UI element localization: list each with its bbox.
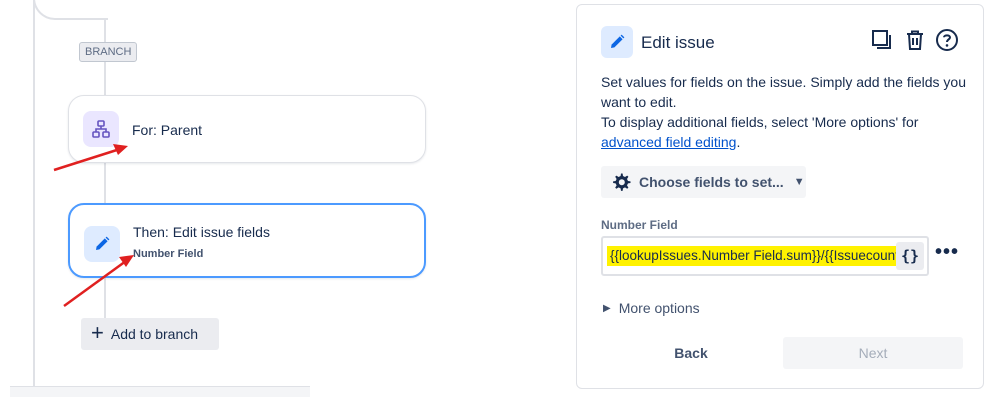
number-field-value[interactable]: {{lookupIssues.Number Field.sum}}/{{Issu…: [607, 246, 897, 266]
pencil-icon: [601, 26, 633, 58]
chevron-down-icon: ▼: [793, 176, 805, 188]
automation-canvas: BRANCH For: Parent Then: Edit issue fiel…: [0, 0, 560, 397]
annotation-arrow-1: [53, 144, 128, 172]
advanced-field-editing-link[interactable]: advanced field editing: [601, 134, 736, 150]
next-button[interactable]: Next: [783, 337, 963, 369]
description-text-2: To display additional fields, select 'Mo…: [601, 114, 919, 130]
panel-title: Edit issue: [641, 33, 715, 52]
annotation-arrows: [53, 144, 134, 308]
more-options-toggle[interactable]: ▶ More options: [603, 300, 700, 316]
edit-issue-panel: Edit issue Set values for fields on the …: [576, 4, 984, 389]
field-more-actions-icon[interactable]: •••: [935, 241, 959, 264]
smart-value-button[interactable]: {}: [896, 242, 924, 270]
choose-fields-button[interactable]: Choose fields to set... ▼: [601, 166, 806, 198]
duplicate-icon[interactable]: [869, 27, 895, 53]
panel-description: Set values for fields on the issue. Simp…: [601, 72, 971, 152]
description-text-1: Set values for fields on the issue. Simp…: [601, 74, 966, 110]
back-button[interactable]: Back: [651, 337, 731, 369]
more-options-label: More options: [618, 300, 700, 316]
gear-icon: [613, 173, 631, 191]
help-icon[interactable]: [934, 27, 960, 53]
description-end: .: [736, 134, 741, 150]
number-field-input[interactable]: {{lookupIssues.Number Field.sum}}/{{Issu…: [601, 236, 929, 276]
annotation-arrow-2: [63, 255, 134, 308]
trash-icon[interactable]: [902, 27, 928, 53]
chevron-right-icon: ▶: [603, 302, 611, 314]
number-field-label: Number Field: [601, 218, 678, 232]
choose-fields-label: Choose fields to set...: [639, 174, 784, 190]
